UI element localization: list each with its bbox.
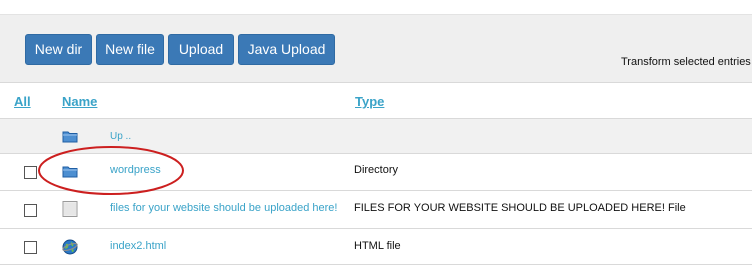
folder-icon[interactable] bbox=[62, 163, 78, 179]
file-name-link[interactable]: index2.html bbox=[110, 240, 166, 252]
table-row: index2.html HTML file bbox=[0, 229, 752, 265]
file-type: Directory bbox=[354, 164, 399, 176]
row-checkbox[interactable] bbox=[24, 241, 37, 254]
file-type: HTML file bbox=[354, 240, 401, 252]
toolbar: New dir New file Upload Java Upload Tran… bbox=[0, 14, 752, 83]
folder-icon[interactable] bbox=[62, 128, 78, 144]
transform-selected-label: Transform selected entries bbox=[621, 56, 751, 68]
sort-by-type-link[interactable]: Type bbox=[355, 94, 384, 109]
java-upload-button[interactable]: Java Upload bbox=[238, 34, 335, 65]
up-row[interactable]: Up .. bbox=[0, 119, 752, 154]
new-dir-button[interactable]: New dir bbox=[25, 34, 92, 65]
globe-icon[interactable] bbox=[62, 239, 78, 255]
row-checkbox[interactable] bbox=[24, 204, 37, 217]
upload-button[interactable]: Upload bbox=[168, 34, 234, 65]
up-link[interactable]: Up .. bbox=[110, 131, 131, 142]
top-bar bbox=[0, 0, 752, 14]
file-name-link[interactable]: wordpress bbox=[110, 164, 161, 176]
file-type: FILES FOR YOUR WEBSITE SHOULD BE UPLOADE… bbox=[354, 202, 686, 214]
row-checkbox[interactable] bbox=[24, 166, 37, 179]
table-row: wordpress Directory bbox=[0, 154, 752, 191]
sort-by-name-link[interactable]: Name bbox=[62, 94, 97, 109]
new-file-button[interactable]: New file bbox=[96, 34, 164, 65]
select-all-link[interactable]: All bbox=[14, 94, 31, 109]
table-row: files for your website should be uploade… bbox=[0, 191, 752, 229]
file-name-link[interactable]: files for your website should be uploade… bbox=[110, 202, 337, 214]
table-header: All Name Type bbox=[0, 83, 752, 119]
file-icon[interactable] bbox=[62, 201, 78, 217]
